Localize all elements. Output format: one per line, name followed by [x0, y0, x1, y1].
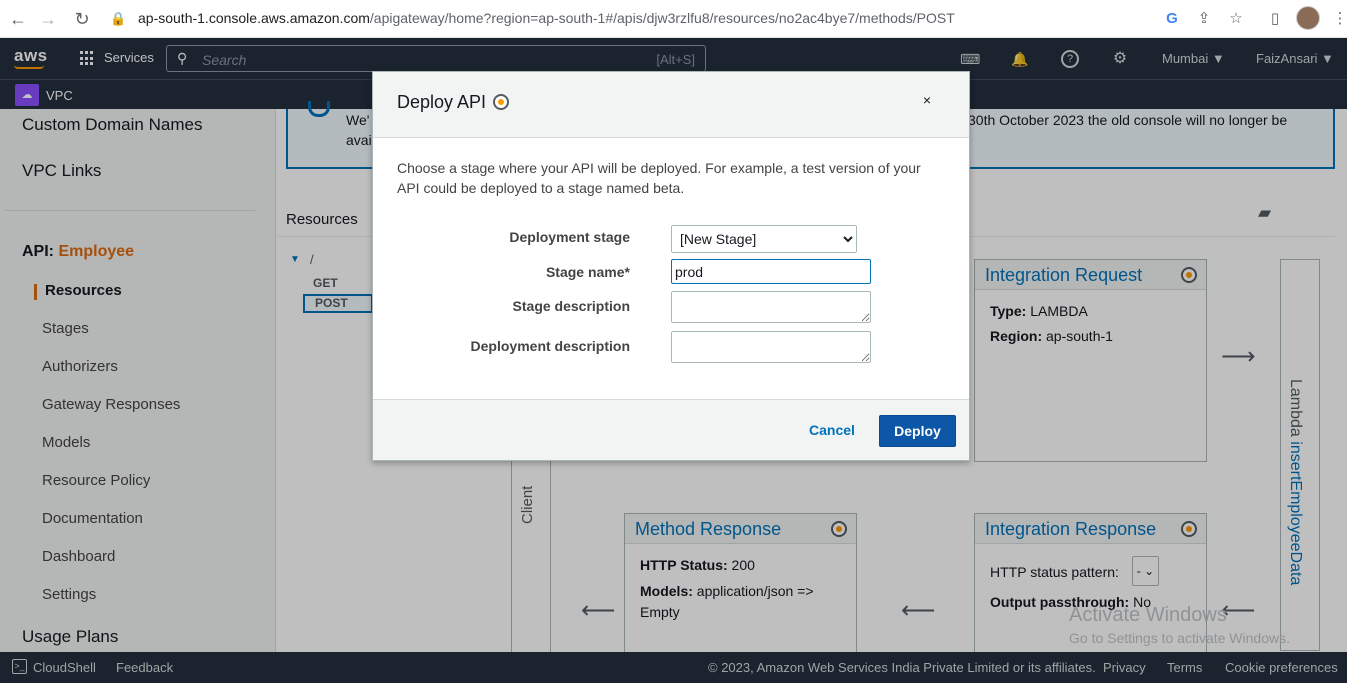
deployment-stage-select[interactable]: [New Stage]: [671, 225, 857, 253]
url-path: /apigateway/home?region=ap-south-1#/apis…: [369, 10, 955, 26]
deploy-button[interactable]: Deploy: [879, 415, 956, 447]
dialog-description: Choose a stage where your API will be de…: [397, 160, 921, 196]
cancel-button[interactable]: Cancel: [809, 422, 855, 438]
info-dot-icon[interactable]: [493, 94, 509, 110]
google-icon[interactable]: G: [1162, 9, 1182, 29]
close-icon[interactable]: ×: [917, 90, 937, 110]
deployment-description-textarea[interactable]: [671, 331, 871, 363]
deployment-stage-label: Deployment stage: [509, 229, 630, 245]
stage-description-textarea[interactable]: [671, 291, 871, 323]
forward-icon[interactable]: →: [38, 9, 58, 29]
stage-name-input[interactable]: [671, 259, 871, 284]
lock-icon[interactable]: 🔒: [110, 9, 126, 29]
url-host: ap-south-1.console.aws.amazon.com: [138, 10, 370, 26]
deployment-description-label: Deployment description: [470, 338, 630, 354]
stage-description-label: Stage description: [512, 298, 630, 314]
browser-toolbar: ← → ↻ 🔒 ap-south-1.console.aws.amazon.co…: [0, 0, 1347, 38]
profile-avatar[interactable]: [1296, 6, 1320, 30]
share-icon[interactable]: ⇪: [1194, 9, 1214, 29]
address-bar[interactable]: ap-south-1.console.aws.amazon.com/apigat…: [138, 9, 955, 27]
reload-icon[interactable]: ↻: [72, 9, 92, 29]
menu-kebab-icon[interactable]: ⋮: [1330, 9, 1347, 29]
back-icon[interactable]: ←: [8, 9, 28, 29]
deploy-api-dialog: Deploy API × Choose a stage where your A…: [372, 71, 970, 461]
dialog-header: Deploy API ×: [373, 72, 969, 138]
dialog-title: Deploy API: [397, 92, 487, 112]
stage-name-label: Stage name*: [545, 264, 630, 280]
sidepanel-icon[interactable]: ▯: [1265, 9, 1285, 29]
star-icon[interactable]: ☆: [1226, 9, 1246, 29]
dialog-footer: Cancel Deploy: [373, 399, 969, 460]
